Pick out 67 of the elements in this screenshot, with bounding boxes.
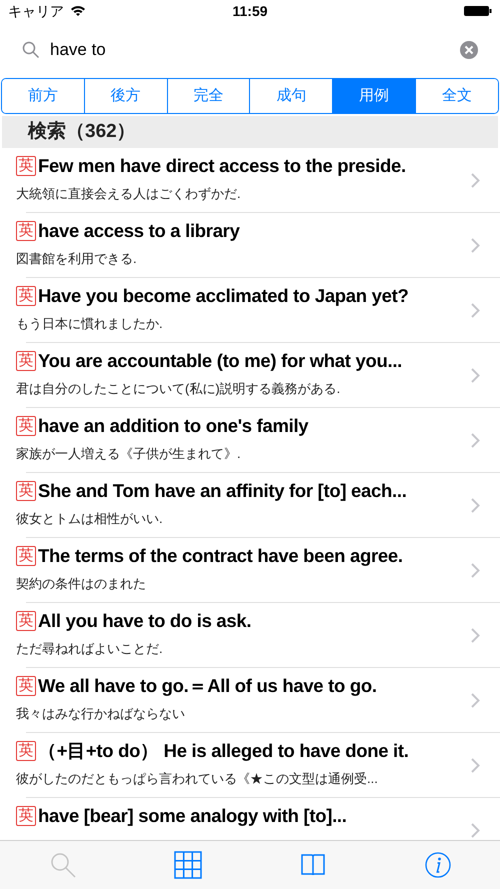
- chevron-icon: [471, 563, 480, 578]
- section-header: 検索（362）: [28, 120, 136, 144]
- chevron-icon: [471, 303, 480, 318]
- language-badge: 英: [16, 156, 36, 176]
- example-sentence: The terms of the contract have been agree.: [38, 544, 403, 568]
- language-badge: 英: [16, 350, 36, 371]
- example-sentence: Few men have direct access to the preside.: [38, 154, 406, 178]
- result-row[interactable]: 英 The terms of the contract have been agree. 契約の条件はのまれた: [0, 538, 500, 603]
- result-row[interactable]: 英 have an addition to one's family 家族が一人増える《子供が生まれて》.: [0, 408, 500, 473]
- wifi-icon: [70, 5, 86, 17]
- translation-text: 彼女とトムは相性がいい.: [16, 510, 163, 528]
- segment-tab[interactable]: 用例: [332, 79, 416, 113]
- language-badge: 英: [16, 676, 36, 696]
- example-sentence: have [bear] some analogy with [to]...: [38, 804, 347, 828]
- clear-icon[interactable]: [460, 41, 478, 59]
- segment-tab[interactable]: 全文: [415, 79, 498, 113]
- example-sentence: （+目+to do） He is alleged to have done it.: [38, 739, 409, 763]
- example-sentence: She and Tom have an affinity for [to] each...: [38, 479, 407, 503]
- chevron-icon: [471, 498, 480, 513]
- chevron-icon: [471, 693, 480, 708]
- example-sentence: All you have to do is ask.: [38, 609, 252, 633]
- example-sentence: have an addition to one's family: [38, 414, 308, 438]
- language-badge: 英: [16, 416, 36, 436]
- translation-text: もう日本に慣れましたか.: [16, 314, 163, 333]
- translation-text: ただ尋ねればよいことだ.: [16, 640, 163, 658]
- chevron-icon: [471, 238, 480, 253]
- translation-text: 家族が一人増える《子供が生まれて》.: [16, 444, 241, 463]
- language-badge: 英: [16, 480, 36, 501]
- chevron-icon: [471, 628, 480, 643]
- translation-text: 契約の条件はのまれた: [16, 574, 146, 593]
- example-sentence: You are accountable (to me) for what you...: [38, 349, 402, 373]
- result-row[interactable]: 英 We all have to go.＝All of us have to go. 我々はみな行かねばならない: [0, 668, 500, 733]
- chevron-icon: [471, 758, 480, 773]
- result-row[interactable]: 英 All you have to do is ask. ただ尋ねればよいことだ.: [0, 603, 500, 668]
- clock: 11:59: [232, 2, 268, 20]
- result-row[interactable]: 英 have access to a library 図書館を利用できる.: [0, 213, 500, 278]
- language-badge: 英: [16, 806, 36, 826]
- search-field[interactable]: have to: [50, 37, 450, 63]
- book-icon[interactable]: [300, 854, 324, 876]
- example-sentence: have access to a library: [38, 219, 240, 243]
- language-badge: 英: [16, 286, 36, 306]
- example-sentence: Have you become acclimated to Japan yet?: [38, 284, 408, 308]
- carrier-label: キャリア: [8, 2, 64, 20]
- translation-text: 図書館を利用できる.: [16, 250, 137, 268]
- translation-text: 彼がしたのだともっぱら言われている《★この文型は通例受...: [16, 770, 378, 788]
- language-badge: 英: [16, 610, 36, 631]
- grid-icon[interactable]: [174, 851, 202, 879]
- search-icon: [22, 41, 40, 59]
- chevron-icon: [471, 173, 480, 188]
- result-row[interactable]: 英 Few men have direct access to the preside. 大統領に直接会える人はごくわずかだ.: [0, 148, 500, 213]
- result-row[interactable]: 英 You are accountable (to me) for what you... 君は自分のしたことについて(私に)説明する義務がある.: [0, 343, 500, 408]
- translation-text: 君は自分のしたことについて(私に)説明する義務がある.: [16, 380, 340, 398]
- info-icon[interactable]: [424, 852, 450, 878]
- result-row[interactable]: 英 She and Tom have an affinity for [to] each... 彼女とトムは相性がいい.: [0, 473, 500, 538]
- translation-text: 我々はみな行かねばならない: [16, 704, 185, 723]
- battery-icon: [464, 5, 492, 17]
- chevron-icon: [471, 433, 480, 448]
- translation-text: 大統領に直接会える人はごくわずかだ.: [16, 184, 241, 203]
- result-row[interactable]: 英 have [bear] some analogy with [to]...: [0, 798, 500, 841]
- example-sentence: We all have to go.＝All of us have to go.: [38, 674, 377, 698]
- result-row[interactable]: 英 Have you become acclimated to Japan yet? もう日本に慣れましたか.: [0, 278, 500, 343]
- chevron-icon: [471, 368, 480, 383]
- result-row[interactable]: 英 （+目+to do） He is alleged to have done it. 彼がしたのだともっぱら言われている《★この文型は通例受...: [0, 733, 500, 798]
- language-badge: 英: [16, 740, 36, 761]
- chevron-icon: [471, 823, 480, 838]
- language-badge: 英: [16, 546, 36, 566]
- language-badge: 英: [16, 220, 36, 241]
